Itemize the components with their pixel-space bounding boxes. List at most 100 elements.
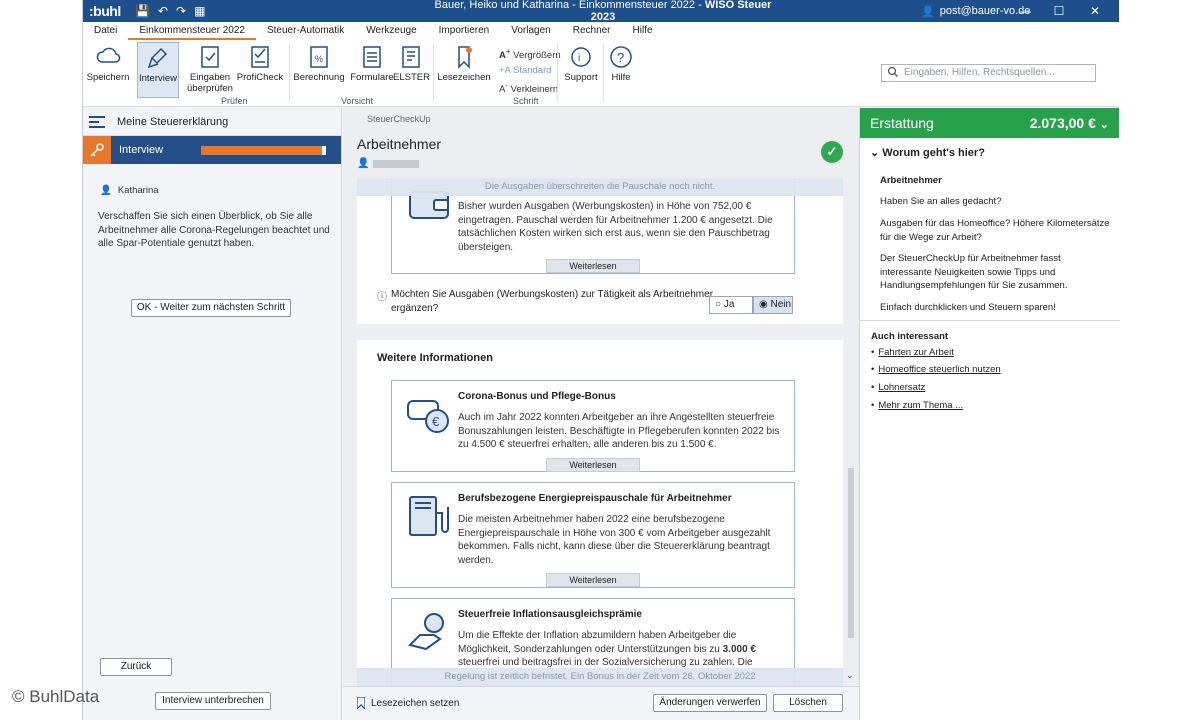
search-input[interactable]: Eingaben, Hilfen, Rechtsquellen...	[881, 64, 1096, 82]
watermark: © BuhlData	[12, 687, 100, 706]
support-button[interactable]: i Support	[559, 42, 603, 98]
berechnung-button[interactable]: % Berechnung	[293, 42, 345, 98]
card-title: Corona-Bonus und Pflege-Bonus	[458, 391, 616, 402]
euro-bonus-icon: €	[407, 400, 449, 433]
help-heading[interactable]: ⌄ Worum geht's hier?	[870, 146, 985, 159]
link-lohnersatz[interactable]: • Lohnersatz	[871, 382, 925, 393]
interrupt-interview-button[interactable]: Interview unterbrechen	[155, 692, 271, 710]
info-card-energiepreispauschale: Berufsbezogene Energiepreispauschale für…	[391, 482, 795, 588]
svg-text:?: ?	[617, 50, 624, 65]
read-more-button[interactable]: Weiterlesen	[546, 259, 640, 273]
help-text: Haben Sie an alles gedacht?	[880, 196, 1002, 207]
interview-description: Verschaffen Sie sich einen Überblick, ob…	[98, 211, 330, 249]
menu-einkommensteuer[interactable]: Einkommensteuer 2022	[128, 22, 256, 40]
radio-nein[interactable]: ◉ Nein	[753, 296, 793, 314]
bookmark-icon	[458, 46, 472, 69]
microphone-icon	[147, 47, 168, 69]
scroll-down-hint[interactable]: Regelung ist zeitlich befristet. Ein Bon…	[357, 668, 843, 686]
svg-text:€: €	[432, 414, 440, 429]
bookmark-set-button[interactable]: Lesezeichen setzen	[357, 697, 459, 709]
help-icon: ?	[610, 46, 632, 68]
calculator-icon[interactable]: ▦	[194, 4, 205, 18]
question-text: Möchten Sie Ausgaben (Werbungskosten) zu…	[391, 289, 714, 314]
scroll-up-hint[interactable]: Die Ausgaben überschreiten die Pauschale…	[357, 178, 843, 196]
scroll-down-arrow-icon[interactable]: ⌄	[846, 670, 854, 681]
lesezeichen-button[interactable]: Lesezeichen	[437, 42, 491, 98]
card-title: Berufsbezogene Energiepreispauschale für…	[458, 493, 732, 504]
nav-header[interactable]: Meine Steuererklärung	[83, 108, 341, 136]
title-bar: :buhl 💾 ↶ ↷ ▦ Bauer, Heiko und Katharina…	[83, 0, 1119, 23]
menu-rechner[interactable]: Rechner	[562, 22, 622, 40]
interview-progress-bar	[201, 145, 326, 155]
divider	[860, 320, 1120, 321]
formulare-button[interactable]: Formulare	[347, 42, 397, 98]
link-homeoffice[interactable]: • Homeoffice steuerlich nutzen	[871, 364, 1001, 375]
read-more-button[interactable]: Weiterlesen	[546, 573, 640, 587]
delete-button[interactable]: Löschen	[773, 694, 843, 712]
speichern-button[interactable]: Speichern	[83, 42, 133, 98]
menu-hilfe[interactable]: Hilfe	[622, 22, 664, 40]
chevron-down-icon: ⌄	[1099, 119, 1109, 131]
back-button[interactable]: Zurück	[100, 658, 172, 676]
bottom-toolbar: Lesezeichen setzen Änderungen verwerfen …	[343, 686, 859, 720]
calculation-icon: %	[310, 46, 328, 68]
cloud-save-icon	[96, 47, 121, 63]
discard-changes-button[interactable]: Änderungen verwerfen	[653, 694, 767, 712]
ribbon-separator	[557, 44, 558, 102]
menu-vorlagen[interactable]: Vorlagen	[500, 22, 561, 40]
interview-button[interactable]: Interview	[137, 42, 179, 98]
link-fahrten[interactable]: • Fahrten zur Arbeit	[871, 347, 954, 358]
elster-button[interactable]: ELSTER	[393, 42, 430, 98]
menu-steuer-automatik[interactable]: Steuer-Automatik	[256, 22, 355, 40]
weitere-informationen-section: Weitere Informationen € Corona-Bonus und…	[357, 340, 843, 686]
save-icon[interactable]: 💾	[135, 4, 150, 18]
section-title: Weitere Informationen	[377, 352, 493, 364]
menu-werkzeuge[interactable]: Werkzeuge	[355, 22, 427, 40]
help-text: Der SteuerCheckUp für Arbeitnehmer fasst…	[880, 253, 1068, 291]
help-text: Ausgaben für das Homeoffice? Höhere Kilo…	[880, 218, 1110, 243]
fuel-pump-icon	[409, 496, 449, 536]
minimize-button[interactable]: —	[1009, 0, 1041, 22]
scrollbar-thumb[interactable]	[848, 468, 854, 638]
group-schrift-label: Schrift	[513, 96, 539, 106]
elster-icon	[402, 46, 420, 68]
help-text: Einfach durchklicken und Steuern sparen!	[880, 302, 1056, 313]
progress-fill	[201, 145, 323, 155]
read-more-button[interactable]: Weiterlesen	[546, 458, 640, 472]
question-icon: ⓘ	[377, 292, 387, 303]
group-pruefen-label: Prüfen	[221, 96, 248, 106]
person-row: 👤 Katharina	[100, 185, 159, 196]
refund-banner[interactable]: Erstattung 2.073,00 € ⌄	[860, 108, 1119, 138]
group-vorsicht-label: Vorsicht	[341, 96, 374, 106]
ok-next-button[interactable]: OK - Weiter zum nächsten Schritt	[131, 299, 291, 317]
refund-label: Erstattung	[870, 115, 934, 131]
radio-ja[interactable]: ○ Ja	[709, 296, 753, 314]
hand-coin-icon	[408, 613, 444, 651]
hilfe-button[interactable]: ? Hilfe	[605, 42, 637, 98]
redo-icon[interactable]: ↷	[176, 4, 186, 18]
content-scroll-area[interactable]: Bisher wurden Ausgaben (Werbungskosten) …	[357, 178, 843, 686]
font-increase-button[interactable]: A+ Vergrößern	[499, 44, 561, 63]
vertical-scrollbar[interactable]: ⌄	[845, 178, 857, 686]
menu-importieren[interactable]: Importieren	[428, 22, 501, 40]
undo-icon[interactable]: ↶	[158, 4, 168, 18]
search-icon	[887, 66, 898, 77]
menu-icon	[89, 115, 105, 128]
link-mehr[interactable]: • Mehr zum Thema ...	[871, 400, 963, 411]
key-icon	[83, 136, 111, 164]
font-standard-button[interactable]: +A Standard	[499, 63, 561, 78]
font-size-controls: A+ Vergrößern +A Standard A- Verkleinern	[499, 44, 561, 97]
maximize-button[interactable]: ☐	[1043, 0, 1075, 22]
left-panel: Meine Steuererklärung Interview 👤 Kathar…	[83, 108, 342, 720]
eingaben-ueberpruefen-button[interactable]: Eingaben überprüfen	[185, 42, 235, 98]
close-button[interactable]: ✕	[1079, 0, 1111, 22]
page-title: Arbeitnehmer	[357, 136, 442, 152]
card-title: Steuerfreie Inflationsausgleichsprämie	[458, 609, 642, 620]
werbungskosten-section: Bisher wurden Ausgaben (Werbungskosten) …	[357, 178, 843, 324]
bookmark-icon	[357, 697, 365, 709]
font-decrease-button[interactable]: A- Verkleinern	[499, 78, 561, 97]
proficheck-button[interactable]: ProfiCheck	[235, 42, 285, 98]
app-logo: :buhl	[89, 3, 121, 19]
menu-datei[interactable]: Datei	[83, 22, 128, 40]
nav-item-interview[interactable]: Interview	[83, 136, 341, 164]
